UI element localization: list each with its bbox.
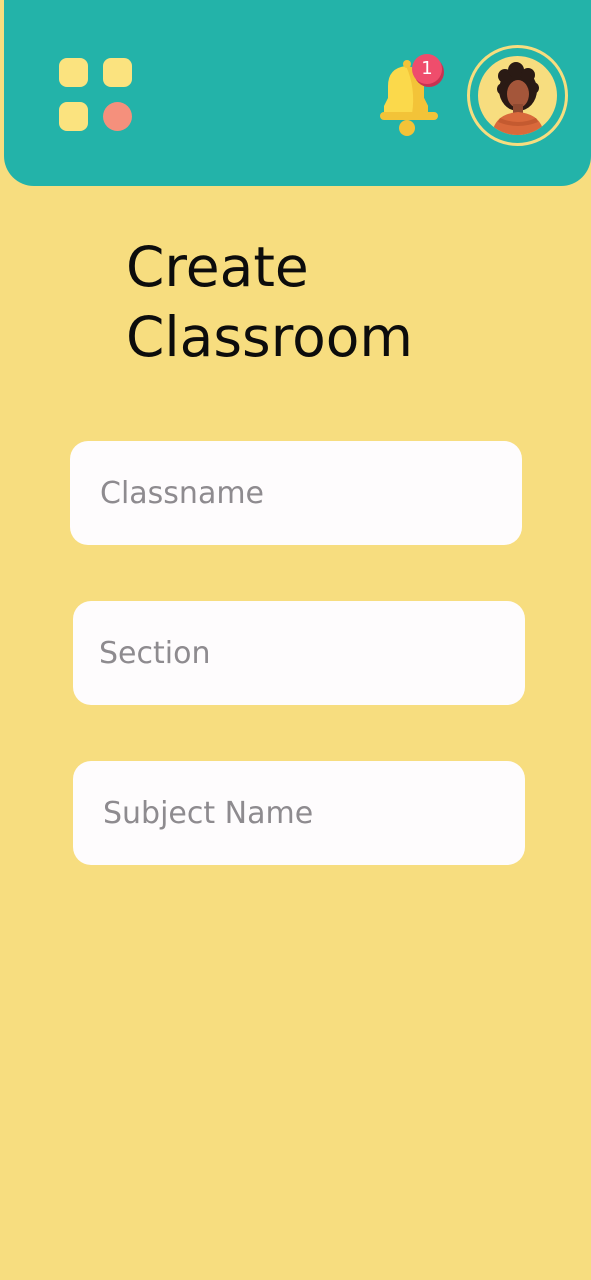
avatar: [478, 56, 557, 135]
grid-menu-icon[interactable]: [59, 58, 133, 132]
notification-count-badge: 1: [412, 54, 442, 84]
menu-dot: [103, 102, 132, 131]
page-title: Create Classroom: [126, 232, 546, 372]
classname-input[interactable]: [70, 441, 522, 545]
subject-name-input[interactable]: [73, 761, 525, 865]
menu-dot: [59, 102, 88, 131]
page-title-line-1: Create: [126, 235, 309, 299]
profile-button[interactable]: [467, 45, 568, 146]
notifications-button[interactable]: 1: [376, 54, 446, 136]
app-header: 1: [4, 0, 591, 186]
section-input[interactable]: [73, 601, 525, 705]
page-title-line-2: Classroom: [126, 305, 413, 369]
menu-dot: [103, 58, 132, 87]
avatar-illustration: [492, 62, 544, 135]
menu-dot: [59, 58, 88, 87]
